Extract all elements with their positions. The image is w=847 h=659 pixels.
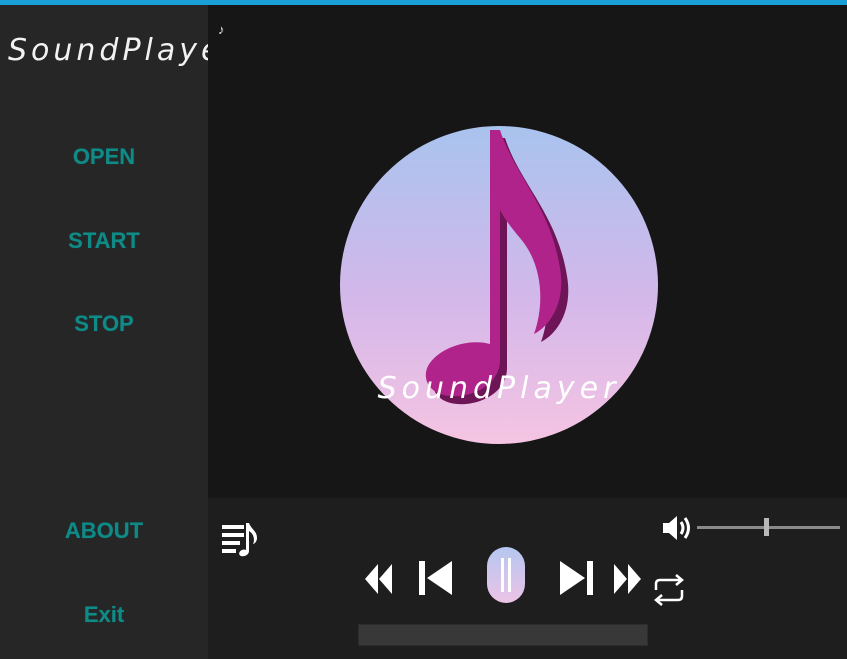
sidebar-item-about[interactable]: ABOUT — [0, 518, 208, 544]
fast-rewind-icon[interactable] — [362, 560, 394, 598]
skip-previous-icon[interactable] — [416, 558, 454, 598]
progress-bar[interactable] — [358, 624, 648, 646]
skip-next-icon[interactable] — [558, 558, 596, 598]
sidebar-item-stop[interactable]: STOP — [0, 311, 208, 337]
sidebar-item-exit[interactable]: Exit — [0, 602, 208, 628]
pause-button-bg — [487, 547, 525, 603]
repeat-icon[interactable] — [650, 572, 688, 608]
app-logo: SoundPlayer — [8, 33, 240, 68]
music-note-icon: ♪ — [218, 22, 225, 37]
volume-icon[interactable] — [660, 511, 694, 545]
volume-slider-thumb[interactable] — [764, 518, 769, 536]
album-art-title: SoundPlayer — [378, 371, 621, 406]
album-art: SoundPlayer — [340, 126, 658, 444]
playlist-icon[interactable] — [220, 519, 260, 559]
sidebar-item-start[interactable]: START — [0, 228, 208, 254]
sidebar-item-open[interactable]: OPEN — [0, 144, 208, 170]
pause-button[interactable] — [486, 546, 526, 604]
sidebar: SoundPlayer OPEN START STOP ABOUT Exit — [0, 5, 240, 659]
fast-forward-icon[interactable] — [612, 560, 644, 598]
